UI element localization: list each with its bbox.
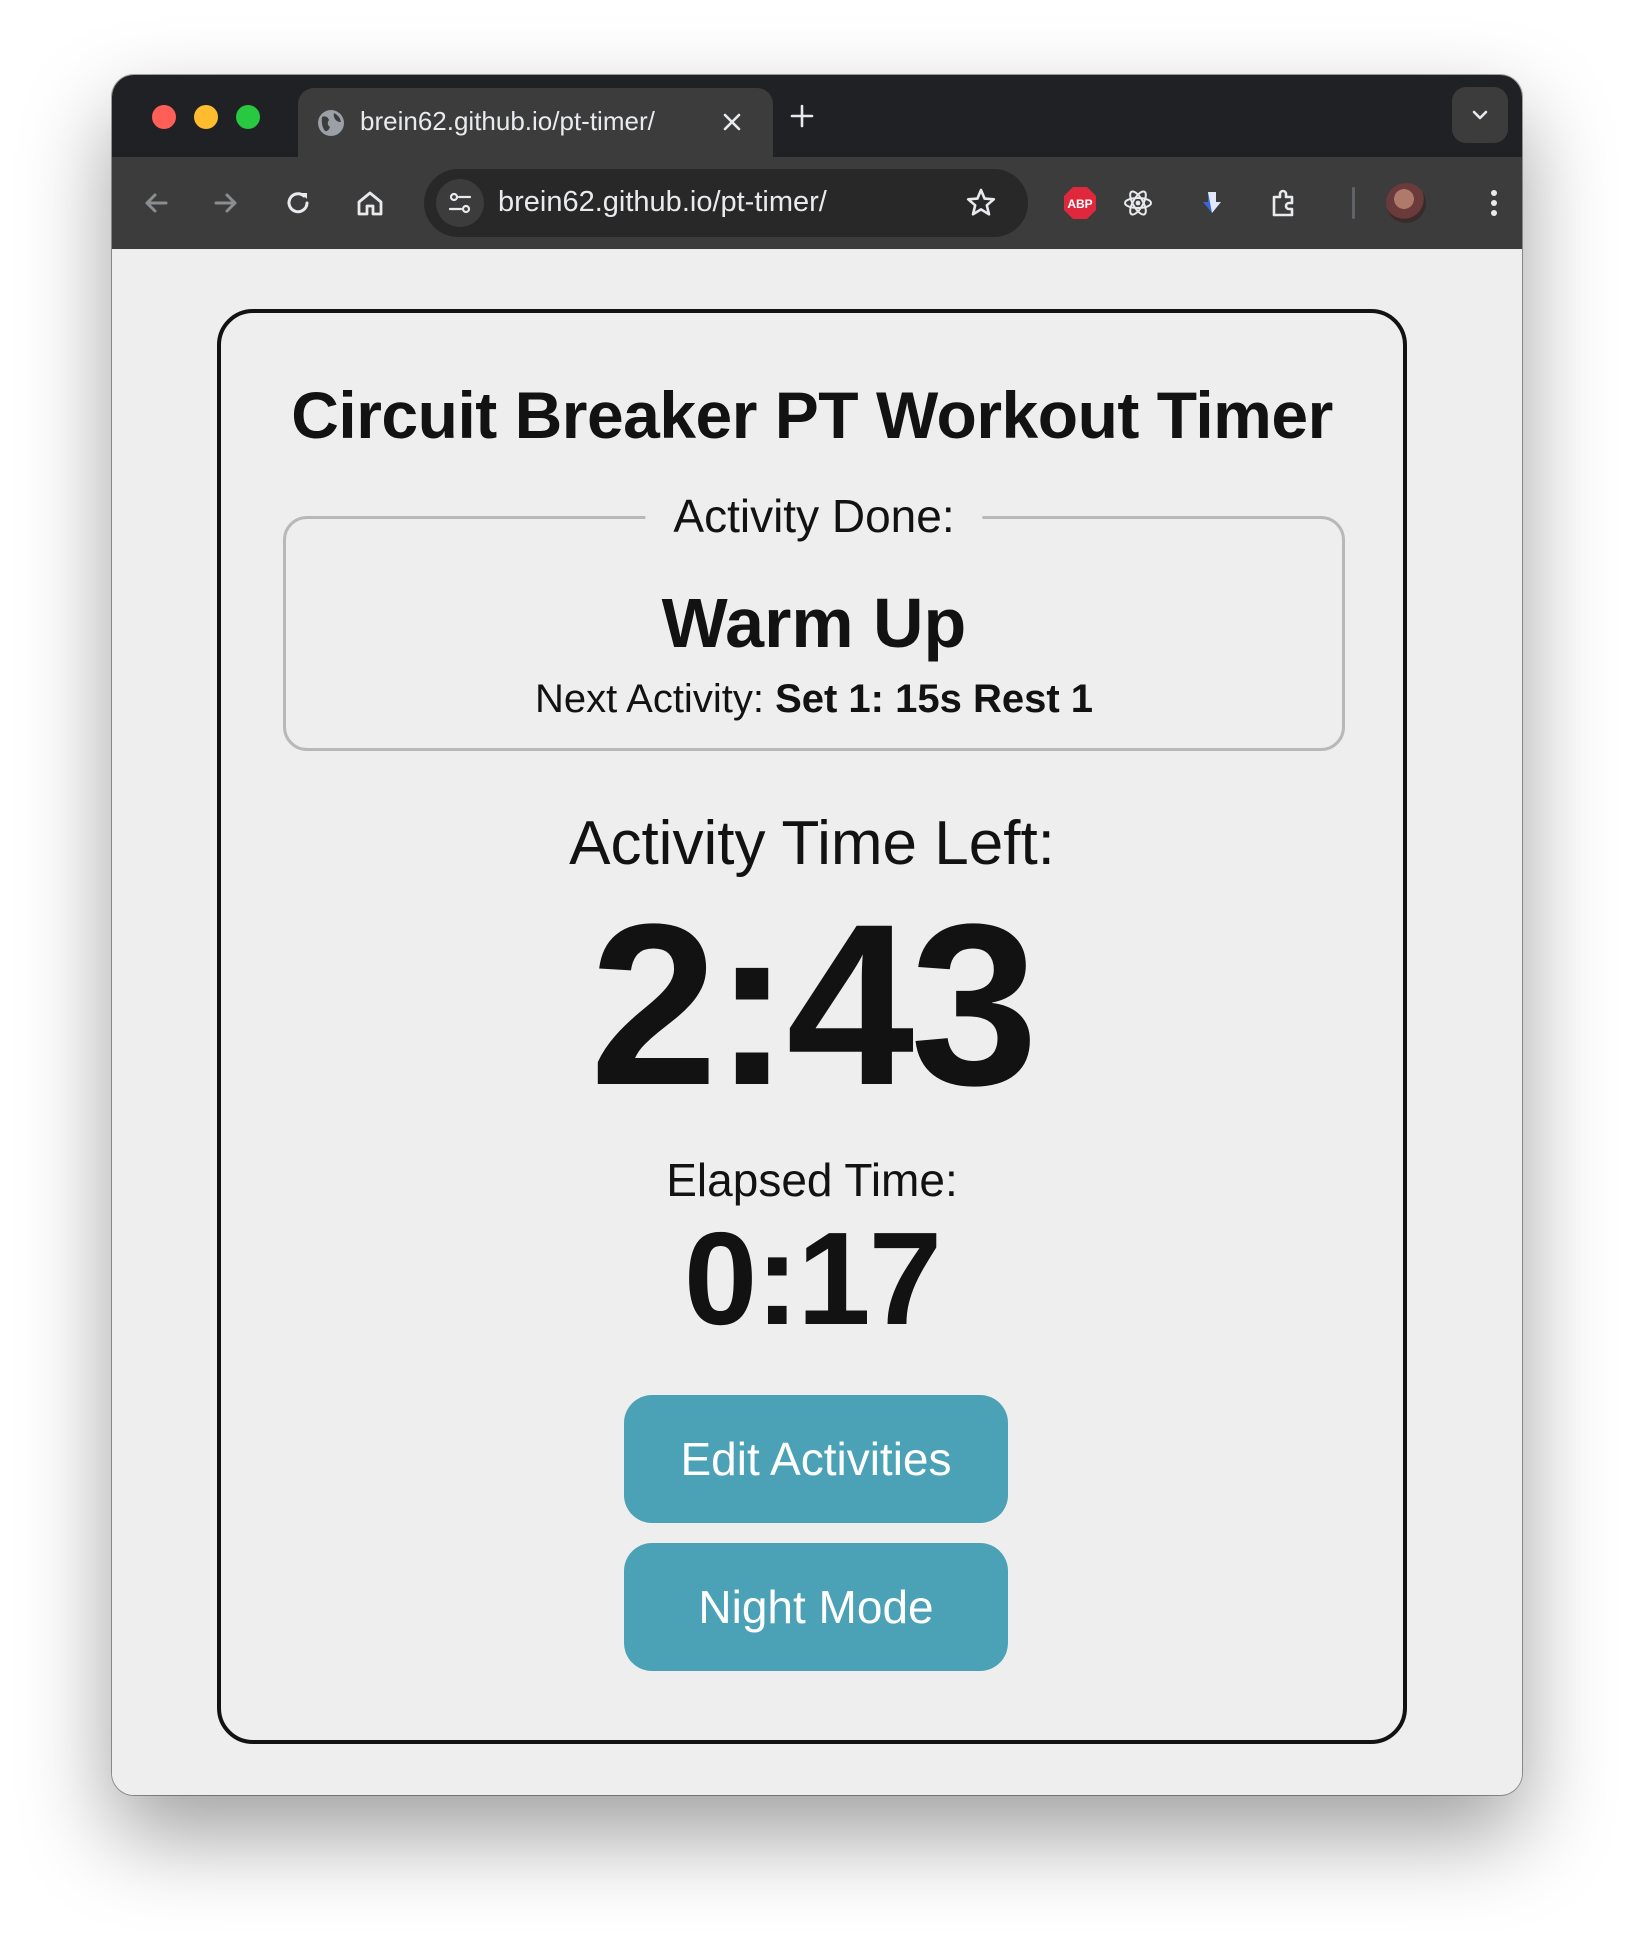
tab-title: brein62.github.io/pt-timer/ <box>360 106 655 136</box>
timer-card: Circuit Breaker PT Workout Timer Activit… <box>217 309 1407 1744</box>
svg-text:ABP: ABP <box>1067 197 1092 211</box>
browser-window: brein62.github.io/pt-timer/ brein62.gith… <box>112 75 1522 1795</box>
toolbar-divider <box>1352 187 1355 219</box>
chevron-down-icon <box>1472 110 1488 120</box>
minimize-window-button[interactable] <box>194 105 218 129</box>
puzzle-icon[interactable] <box>1266 185 1302 221</box>
download-arrow-icon[interactable] <box>1194 185 1230 221</box>
elapsed-label: Elapsed Time: <box>666 1154 958 1206</box>
page-title: Circuit Breaker PT Workout Timer <box>291 378 1333 452</box>
reload-icon[interactable] <box>280 185 316 221</box>
arrow-right-icon[interactable] <box>208 185 244 221</box>
home-icon[interactable] <box>352 185 388 221</box>
globe-icon <box>318 110 344 136</box>
tab-search-button[interactable] <box>1452 87 1508 143</box>
address-bar[interactable]: brein62.github.io/pt-timer/ <box>424 169 1028 237</box>
arrow-left-icon[interactable] <box>138 185 174 221</box>
next-activity-line: Next Activity: Set 1: 15s Rest 1 <box>286 677 1342 722</box>
profile-avatar[interactable] <box>1386 183 1426 223</box>
current-activity: Warm Up <box>661 584 967 662</box>
browser-toolbar: brein62.github.io/pt-timer/ ABP <box>112 157 1522 249</box>
close-window-button[interactable] <box>152 105 176 129</box>
react-icon[interactable] <box>1120 185 1156 221</box>
url-text[interactable]: brein62.github.io/pt-timer/ <box>498 186 827 219</box>
site-settings-button[interactable] <box>436 179 484 227</box>
browser-tab[interactable]: brein62.github.io/pt-timer/ <box>298 88 773 157</box>
maximize-window-button[interactable] <box>236 105 260 129</box>
tune-icon <box>448 192 472 214</box>
close-icon[interactable] <box>720 110 744 134</box>
next-activity-value: Set 1: 15s Rest 1 <box>775 677 1094 721</box>
time-left-value: 2:43 <box>589 876 1038 1133</box>
next-activity-label: Next Activity: <box>534 677 764 721</box>
tab-strip: brein62.github.io/pt-timer/ <box>112 75 1522 157</box>
night-mode-button[interactable]: Night Mode <box>624 1543 1008 1671</box>
kebab-menu-icon[interactable] <box>1476 185 1512 221</box>
page-content: Circuit Breaker PT Workout Timer Activit… <box>112 249 1522 1795</box>
elapsed-value: 0:17 <box>683 1205 942 1352</box>
activity-panel: Activity Done: Warm Up Next Activity: Se… <box>283 489 1345 751</box>
new-tab-plus-icon[interactable] <box>787 101 817 131</box>
abp-icon[interactable]: ABP <box>1062 185 1098 221</box>
activity-legend: Activity Done: <box>645 489 983 543</box>
edit-activities-button[interactable]: Edit Activities <box>624 1395 1008 1523</box>
time-left-label: Activity Time Left: <box>569 809 1055 878</box>
star-icon[interactable] <box>964 186 998 220</box>
